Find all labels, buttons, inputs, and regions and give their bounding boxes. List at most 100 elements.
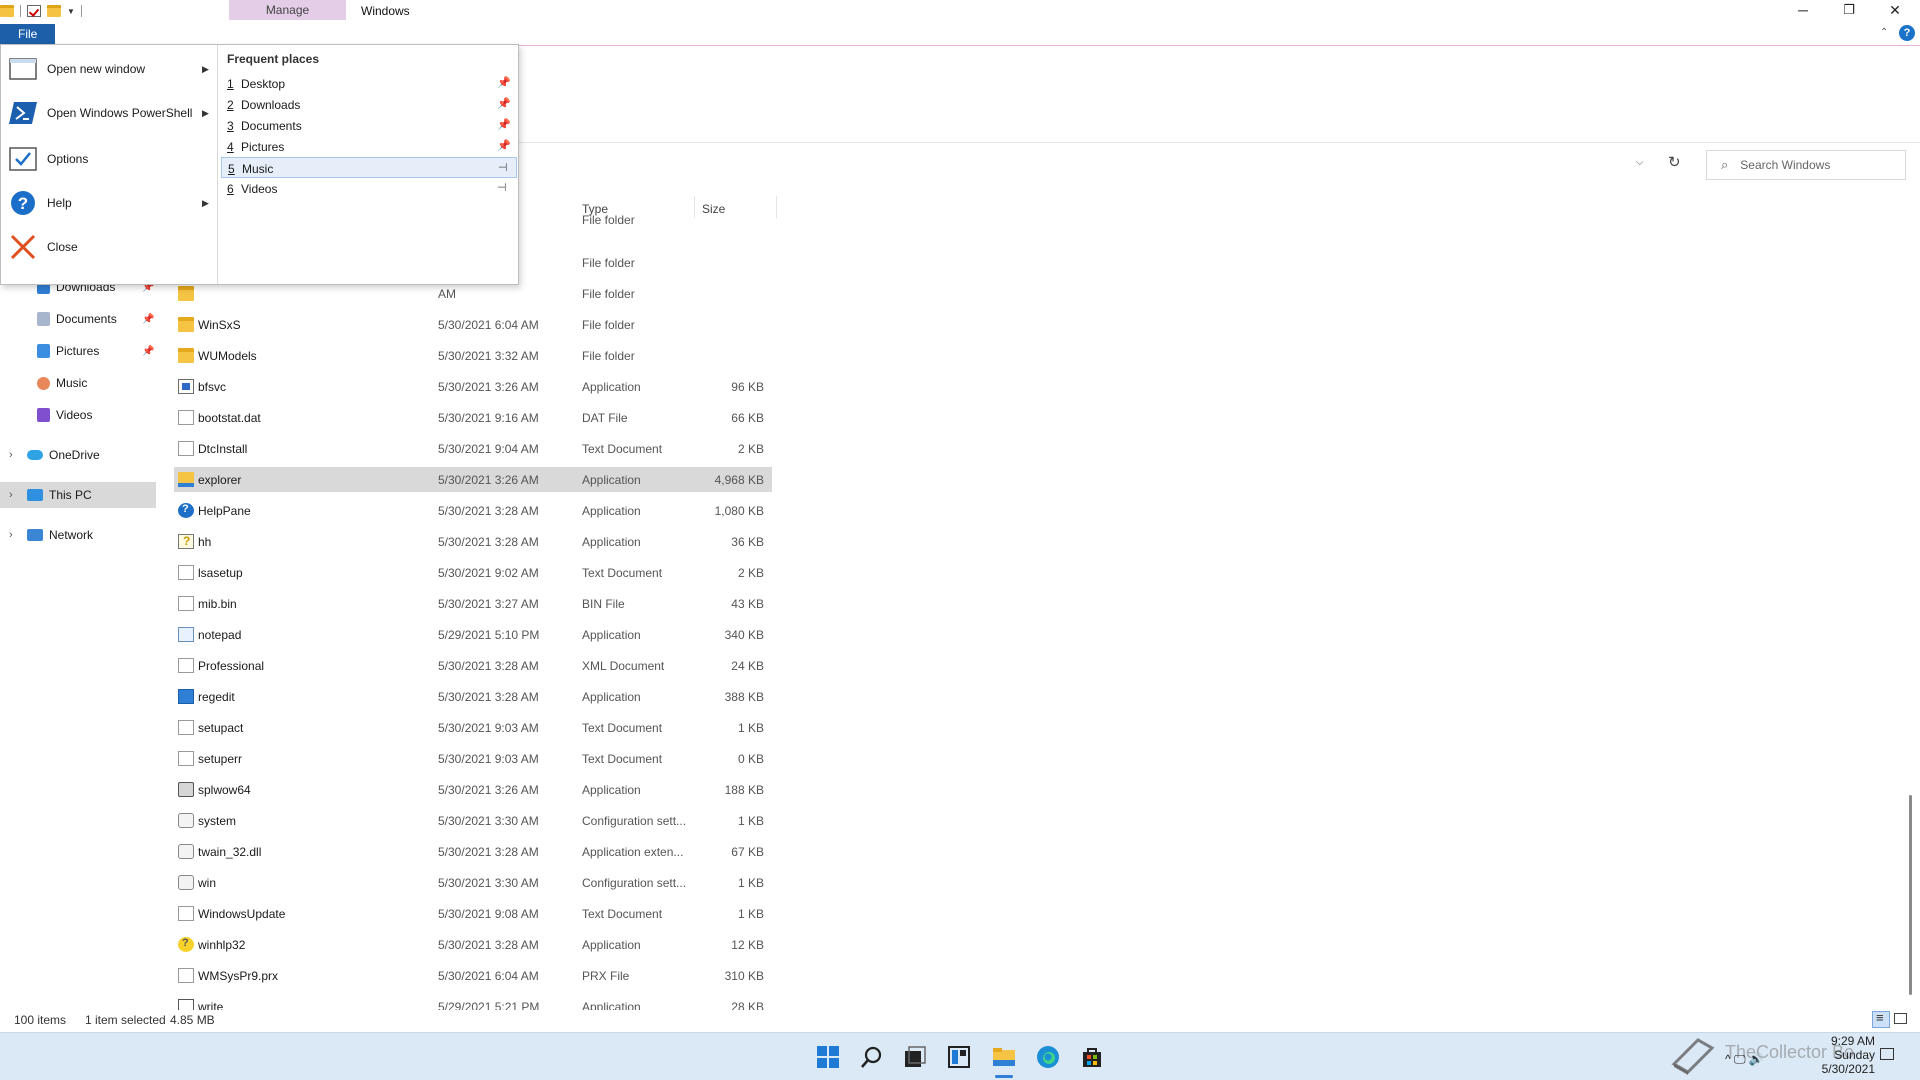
chevron-right-icon[interactable]: › <box>9 529 13 541</box>
qat-customize-icon[interactable]: ▼ <box>67 7 75 16</box>
file-icon-cell <box>178 410 194 425</box>
pinned-icon[interactable]: 📌 <box>497 97 511 110</box>
search-placeholder: Search Windows <box>1740 158 1831 172</box>
nav-label: Network <box>49 528 94 542</box>
details-view-button[interactable] <box>1872 1010 1890 1028</box>
large-icons-view-button[interactable] <box>1894 1013 1907 1024</box>
winhlp-icon <box>178 937 194 952</box>
nav-item-pictures[interactable]: Pictures 📌 <box>0 338 156 364</box>
file-size: 96 KB <box>731 380 764 394</box>
file-row[interactable]: twain_32.dll 5/30/2021 3:28 AM Application… <box>174 839 772 864</box>
refresh-icon[interactable]: ↻ <box>1668 153 1681 171</box>
frequent-place-number: 3 <box>227 119 234 133</box>
file-menu-open-windows-powershell[interactable]: Open Windows PowerShell ▶ <box>1 93 217 133</box>
folder-icon[interactable] <box>0 5 14 17</box>
frequent-place-videos[interactable]: 6 Videos ⊣ <box>221 178 517 199</box>
search-icon[interactable] <box>860 1045 884 1069</box>
file-row[interactable]: bfsvc 5/30/2021 3:26 AM Application 96 KB <box>174 374 772 399</box>
minimize-button[interactable]: ─ <box>1781 0 1825 22</box>
file-row[interactable]: WindowsUpdate 5/30/2021 9:08 AM Text Docum… <box>174 901 772 926</box>
file-row[interactable]: win 5/30/2021 3:30 AM Configuration sett..… <box>174 870 772 895</box>
close-x-icon <box>10 234 36 260</box>
pinned-icon[interactable]: 📌 <box>497 118 511 131</box>
file-row[interactable]: hh 5/30/2021 3:28 AM Application 36 KB <box>174 529 772 554</box>
manage-context-tab[interactable]: Manage <box>229 0 346 20</box>
nav-item-onedrive[interactable]: › OneDrive <box>0 442 156 468</box>
column-separator[interactable] <box>776 196 777 218</box>
file-row[interactable]: setupact 5/30/2021 9:03 AM Text Document 1 … <box>174 715 772 740</box>
chevron-right-icon[interactable]: › <box>9 489 13 501</box>
collapse-ribbon-icon[interactable]: ⌃ <box>1880 27 1888 38</box>
file-type: Text Document <box>582 752 663 766</box>
task-view-icon[interactable] <box>903 1045 927 1069</box>
file-row[interactable]: HelpPane 5/30/2021 3:28 AM Application 1,08… <box>174 498 772 523</box>
unpinned-icon[interactable]: ⊣ <box>498 161 508 174</box>
frequent-place-number: 1 <box>227 77 234 91</box>
file-tab[interactable]: File <box>0 24 55 44</box>
file-row[interactable]: WinSxS 5/30/2021 6:04 AM File folder <box>174 312 772 337</box>
frequent-place-documents[interactable]: 3 Documents 📌 <box>221 115 517 136</box>
clock[interactable]: 9:29 AM Sunday 5/30/2021 <box>1795 1034 1875 1076</box>
notification-icon[interactable] <box>1880 1048 1894 1060</box>
chevron-right-icon[interactable]: › <box>9 449 13 461</box>
widgets-icon[interactable] <box>947 1045 971 1069</box>
file-row[interactable]: lsasetup 5/30/2021 9:02 AM Text Document 2 … <box>174 560 772 585</box>
edge-icon[interactable] <box>1036 1045 1060 1069</box>
file-row[interactable]: mib.bin 5/30/2021 3:27 AM BIN File 43 KB <box>174 591 772 616</box>
file-date: 5/30/2021 9:04 AM <box>438 442 539 456</box>
frequent-place-music[interactable]: 5 Music ⊣ <box>221 157 517 178</box>
address-bar[interactable] <box>520 150 1700 180</box>
file-row[interactable]: WMSysPr9.prx 5/30/2021 6:04 AM PRX File 310… <box>174 963 772 988</box>
file-explorer-icon[interactable] <box>992 1045 1016 1069</box>
nav-item-videos[interactable]: Videos <box>0 402 156 428</box>
file-row[interactable]: bootstat.dat 5/30/2021 9:16 AM DAT File 66 … <box>174 405 772 430</box>
address-dropdown-icon[interactable]: ⌵ <box>1636 157 1644 168</box>
file-date: AM <box>438 287 456 301</box>
file-row[interactable]: Professional 5/30/2021 3:28 AM XML Documen… <box>174 653 772 678</box>
frequent-place-pictures[interactable]: 4 Pictures 📌 <box>221 136 517 157</box>
file-menu-close[interactable]: Close <box>1 227 217 267</box>
nav-item-documents[interactable]: Documents 📌 <box>0 306 156 332</box>
file-row[interactable]: winhlp32 5/30/2021 3:28 AM Application 12 K… <box>174 932 772 957</box>
start-icon[interactable] <box>816 1045 840 1069</box>
file-row[interactable]: splwow64 5/30/2021 3:26 AM Application 188 … <box>174 777 772 802</box>
pin-icon[interactable]: 📌 <box>142 314 154 325</box>
file-name: lsasetup <box>198 566 243 580</box>
watermark-book-icon <box>1671 1038 1715 1075</box>
file-row[interactable]: DtcInstall 5/30/2021 9:04 AM Text Document… <box>174 436 772 461</box>
file-row[interactable]: system 5/30/2021 3:30 AM Configuration set… <box>174 808 772 833</box>
file-name: notepad <box>198 628 242 642</box>
nav-item-network[interactable]: › Network <box>0 522 156 548</box>
frequent-place-downloads[interactable]: 2 Downloads 📌 <box>221 94 517 115</box>
properties-icon[interactable] <box>27 5 41 17</box>
file-row[interactable]: notepad 5/29/2021 5:10 PM Application 340 K… <box>174 622 772 647</box>
file-menu-open-new-window[interactable]: Open new window ▶ <box>1 49 217 89</box>
new-folder-icon[interactable] <box>47 5 61 17</box>
system-tray[interactable]: ^ 🖵 🔊 <box>1725 1052 1764 1067</box>
close-button[interactable]: ✕ <box>1873 0 1917 22</box>
nav-item-this-pc[interactable]: › This PC <box>0 482 156 508</box>
nav-item-music[interactable]: Music <box>0 370 156 396</box>
file-menu-options[interactable]: Options <box>1 139 217 179</box>
file-date: 5/29/2021 5:10 PM <box>438 628 540 642</box>
help-icon[interactable]: ? <box>1899 25 1915 41</box>
vertical-scrollbar[interactable] <box>1909 795 1912 995</box>
restore-button[interactable]: ❐ <box>1827 0 1871 22</box>
file-row[interactable]: regedit 5/30/2021 3:28 AM Application 388 K… <box>174 684 772 709</box>
file-menu-help[interactable]: ? Help ▶ <box>1 183 217 223</box>
pinned-icon[interactable]: 📌 <box>497 76 511 89</box>
search-input[interactable]: ⌕ Search Windows <box>1706 150 1906 180</box>
pinned-icon[interactable]: 📌 <box>497 139 511 152</box>
pin-icon[interactable]: 📌 <box>142 346 154 357</box>
file-row[interactable]: WUModels 5/30/2021 3:32 AM File folder <box>174 343 772 368</box>
file-type: BIN File <box>582 597 625 611</box>
doc-icon <box>178 751 194 766</box>
store-icon[interactable] <box>1080 1045 1104 1069</box>
frequent-place-desktop[interactable]: 1 Desktop 📌 <box>221 73 517 94</box>
file-type: Configuration sett... <box>582 876 687 890</box>
file-name: bootstat.dat <box>198 411 261 425</box>
unpinned-icon[interactable]: ⊣ <box>497 181 507 194</box>
file-row[interactable]: setuperr 5/30/2021 9:03 AM Text Document 0 … <box>174 746 772 771</box>
file-size: 310 KB <box>724 969 764 983</box>
file-row[interactable]: explorer 5/30/2021 3:26 AM Application 4,96… <box>174 467 772 492</box>
